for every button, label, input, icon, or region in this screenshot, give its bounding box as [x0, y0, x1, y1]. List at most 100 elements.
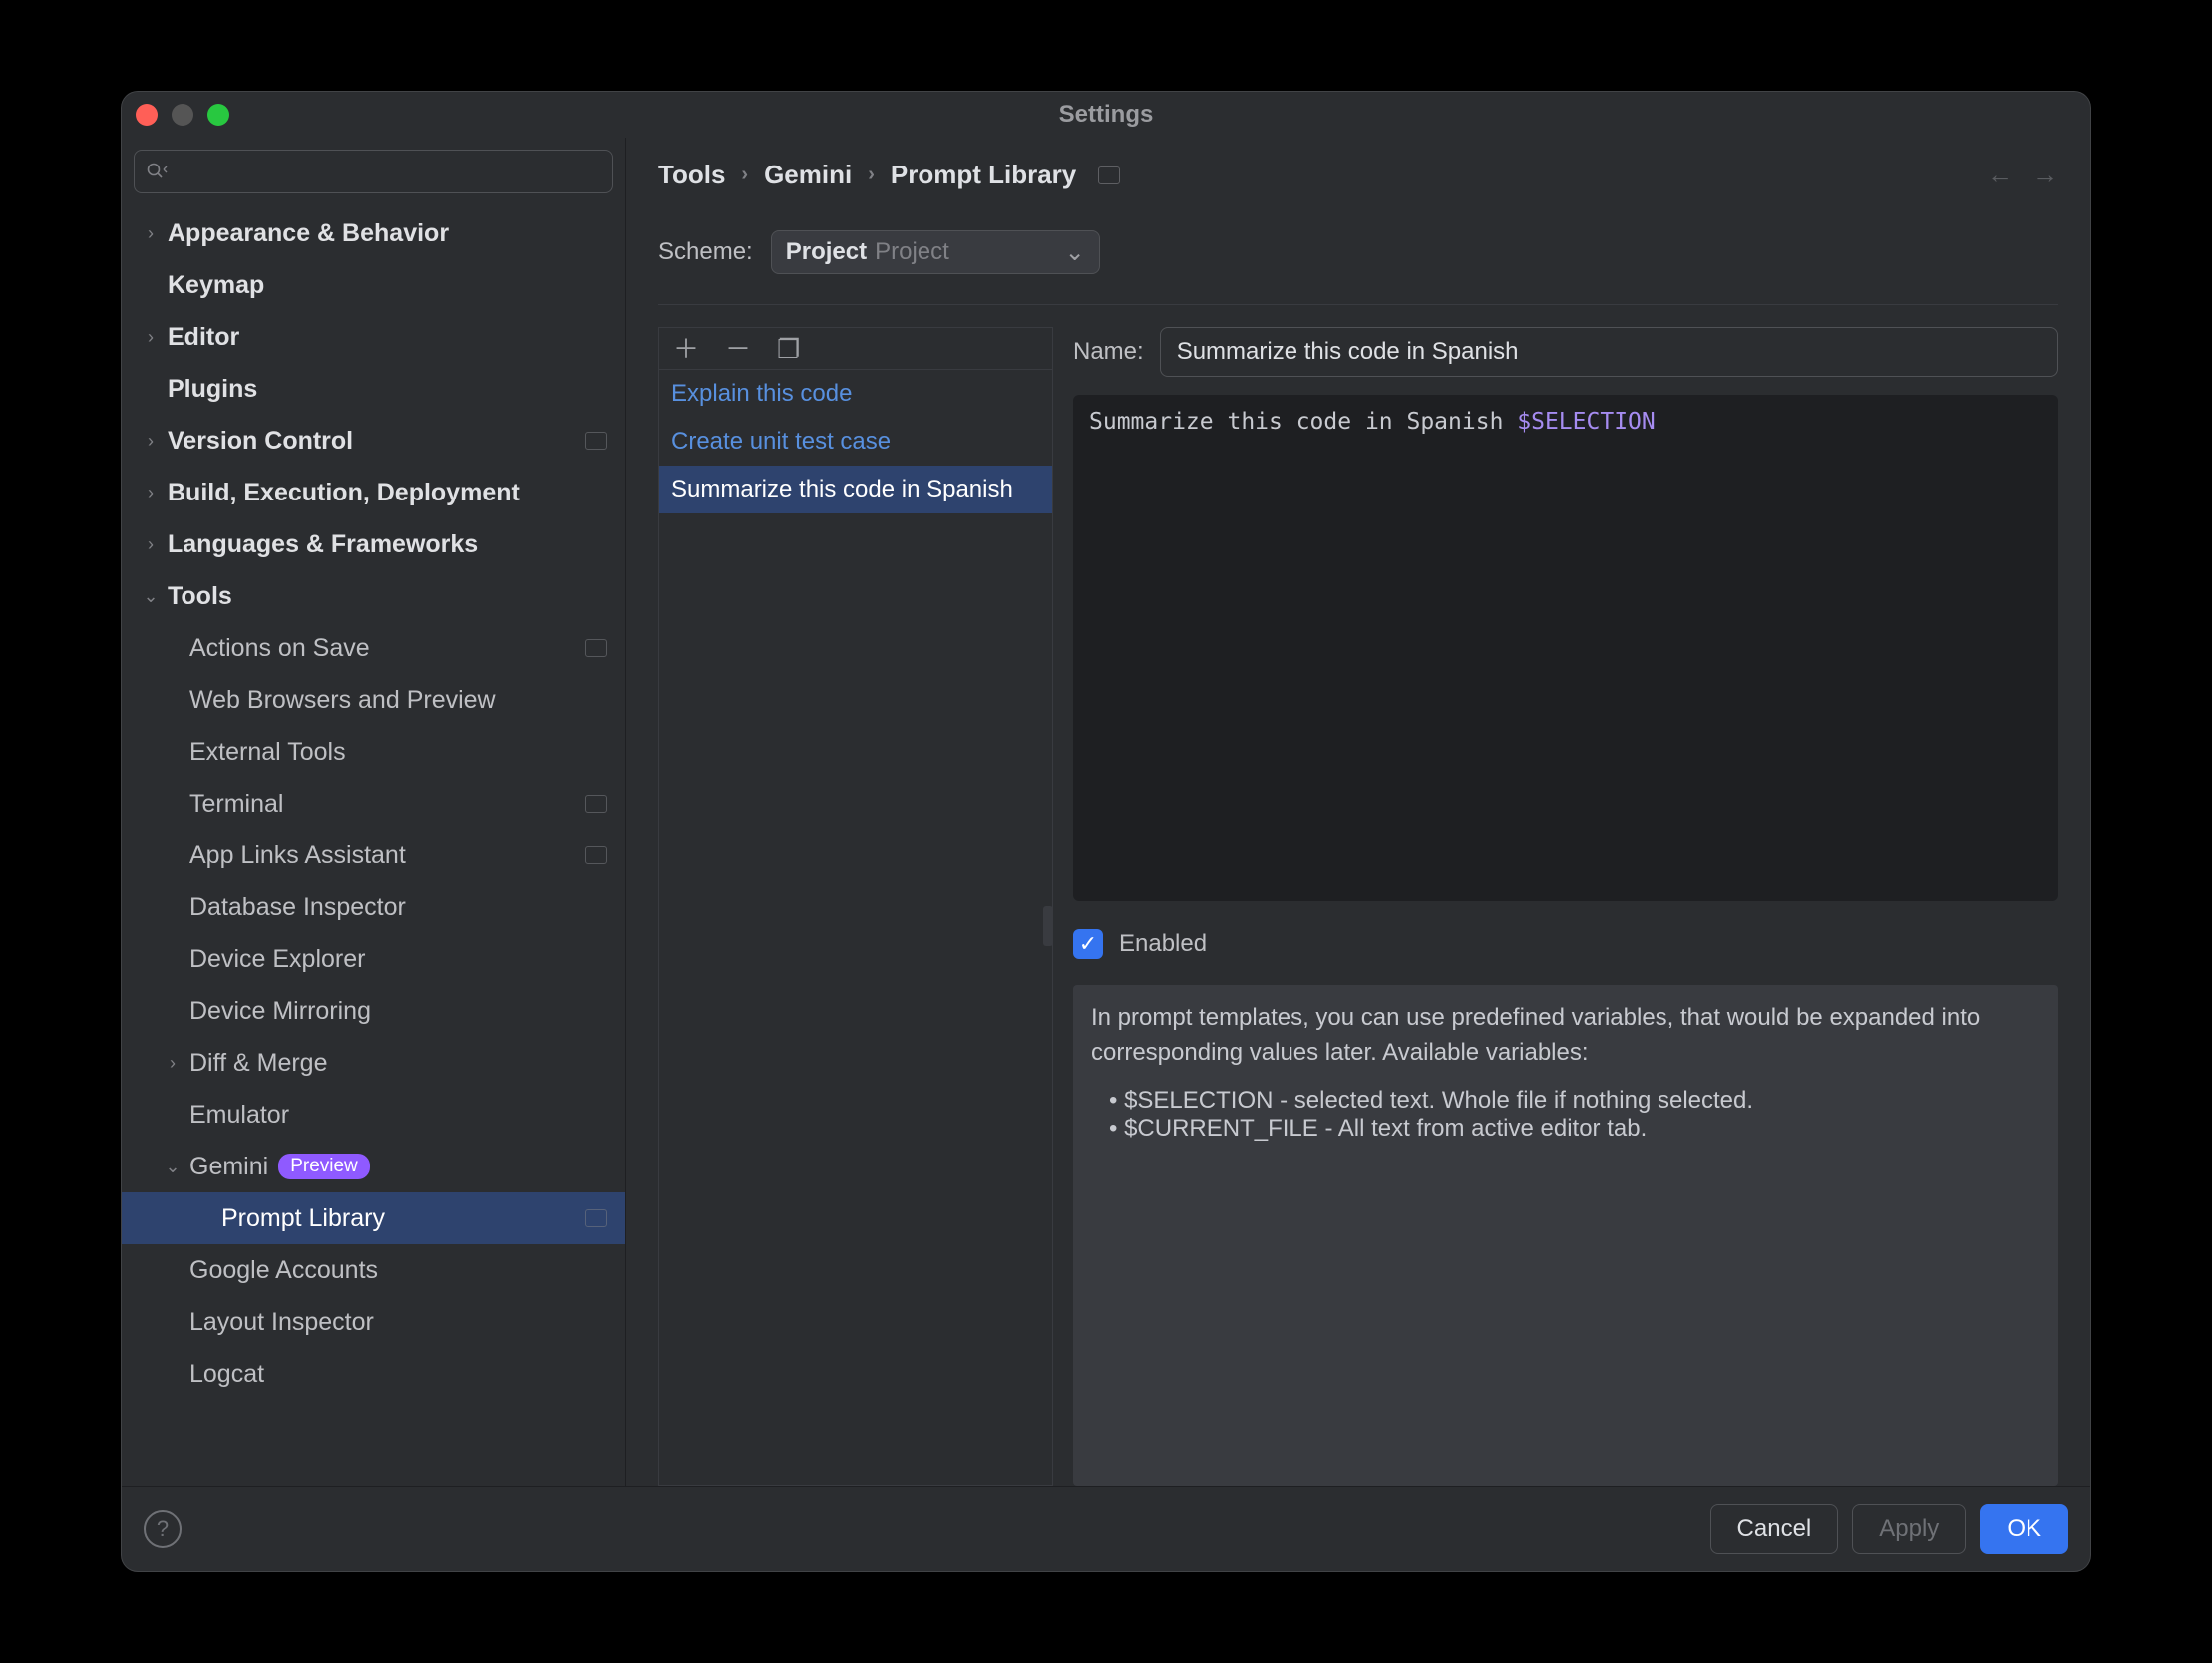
traffic-lights: [136, 104, 229, 126]
breadcrumb: Tools › Gemini › Prompt Library ← →: [658, 160, 2058, 190]
chevron-right-icon: ›: [162, 1053, 184, 1074]
help-intro: In prompt templates, you can use predefi…: [1091, 1001, 2040, 1071]
sidebar-item-appearance-behavior[interactable]: › Appearance & Behavior: [122, 207, 625, 259]
help-bullet: • $SELECTION - selected text. Whole file…: [1091, 1087, 2040, 1115]
prompt-toolbar: ＋ － ❐: [659, 328, 1052, 370]
sidebar-item-diff-merge[interactable]: ›Diff & Merge: [122, 1037, 625, 1089]
sidebar-item-actions-on-save[interactable]: Actions on Save: [122, 622, 625, 674]
sidebar-item-gemini[interactable]: ⌄GeminiPreview: [122, 1141, 625, 1192]
main-panel: Tools › Gemini › Prompt Library ← → Sche…: [626, 138, 2090, 1486]
minimize-icon[interactable]: [172, 104, 193, 126]
close-icon[interactable]: [136, 104, 158, 126]
prompt-item[interactable]: Create unit test case: [659, 418, 1052, 466]
sidebar-item-label: Logcat: [189, 1360, 264, 1389]
add-icon[interactable]: ＋: [673, 336, 699, 362]
help-icon[interactable]: ?: [144, 1510, 182, 1548]
chevron-down-icon: ⌄: [162, 1157, 184, 1177]
prompt-body-text: Summarize this code in Spanish: [1089, 409, 1517, 435]
sidebar-item-plugins[interactable]: Plugins: [122, 363, 625, 415]
scheme-secondary: Project: [875, 238, 949, 266]
sidebar-item-prompt-library[interactable]: Prompt Library: [122, 1192, 625, 1244]
sidebar-item-label: Database Inspector: [189, 893, 406, 922]
cancel-button[interactable]: Cancel: [1710, 1504, 1839, 1554]
sidebar-item-label: Editor: [168, 323, 239, 352]
sidebar-item-label: Keymap: [168, 271, 264, 300]
sidebar-item-device-explorer[interactable]: Device Explorer: [122, 933, 625, 985]
sidebar-item-label: Prompt Library: [221, 1204, 385, 1233]
sidebar-item-label: Device Mirroring: [189, 997, 371, 1026]
name-input[interactable]: [1160, 327, 2058, 377]
scheme-label: Scheme:: [658, 238, 753, 266]
chevron-down-icon: ⌄: [1065, 238, 1085, 267]
sidebar-item-label: Appearance & Behavior: [168, 219, 449, 248]
ok-button[interactable]: OK: [1980, 1504, 2068, 1554]
remove-icon[interactable]: －: [725, 336, 751, 362]
sidebar-item-emulator[interactable]: Emulator: [122, 1089, 625, 1141]
scheme-dropdown[interactable]: Project Project ⌄: [771, 230, 1100, 274]
sidebar-item-logcat[interactable]: Logcat: [122, 1348, 625, 1400]
sidebar-item-editor[interactable]: › Editor: [122, 311, 625, 363]
sidebar-item-terminal[interactable]: Terminal: [122, 778, 625, 830]
sidebar-item-label: Languages & Frameworks: [168, 530, 478, 559]
prompt-body-editor[interactable]: Summarize this code in Spanish $SELECTIO…: [1073, 395, 2058, 901]
sidebar-item-tools[interactable]: ⌄ Tools: [122, 570, 625, 622]
maximize-icon[interactable]: [207, 104, 229, 126]
sidebar-item-label: Build, Execution, Deployment: [168, 479, 520, 507]
titlebar: Settings: [122, 92, 2090, 138]
sidebar-item-layout-inspector[interactable]: Layout Inspector: [122, 1296, 625, 1348]
help-bullet: • $CURRENT_FILE - All text from active e…: [1091, 1115, 2040, 1143]
help-panel: In prompt templates, you can use predefi…: [1073, 985, 2058, 1486]
preview-badge: Preview: [278, 1154, 370, 1179]
chevron-right-icon: ›: [140, 483, 162, 503]
footer: ? Cancel Apply OK: [122, 1486, 2090, 1571]
search-icon: [147, 163, 171, 180]
prompt-item[interactable]: Explain this code: [659, 370, 1052, 418]
window-title: Settings: [1059, 101, 1154, 129]
sidebar-item-version-control[interactable]: ›Version Control: [122, 415, 625, 467]
sidebar-item-google-accounts[interactable]: Google Accounts: [122, 1244, 625, 1296]
prompt-item[interactable]: Summarize this code in Spanish: [659, 466, 1052, 513]
sidebar-item-keymap[interactable]: Keymap: [122, 259, 625, 311]
copy-icon[interactable]: ❐: [777, 336, 800, 362]
sidebar-item-label: Tools: [168, 582, 232, 611]
project-scope-icon: [585, 1209, 607, 1227]
chevron-right-icon: ›: [140, 431, 162, 452]
resize-grip[interactable]: [1043, 906, 1053, 946]
breadcrumb-item[interactable]: Tools: [658, 160, 725, 190]
scheme-row: Scheme: Project Project ⌄: [658, 230, 2058, 305]
prompt-detail-panel: Name: Summarize this code in Spanish $SE…: [1073, 327, 2058, 1486]
chevron-right-icon: ›: [140, 534, 162, 555]
sidebar-item-label: External Tools: [189, 738, 346, 767]
sidebar-item-build-execution-deployment[interactable]: › Build, Execution, Deployment: [122, 467, 625, 518]
chevron-down-icon: ⌄: [140, 586, 162, 607]
settings-window: Settings › Appearance & Behavior Keymap › Ed…: [122, 92, 2090, 1571]
sidebar-item-label: Actions on Save: [189, 634, 370, 663]
sidebar-item-label: Diff & Merge: [189, 1049, 327, 1078]
sidebar-item-web-browsers-and-preview[interactable]: Web Browsers and Preview: [122, 674, 625, 726]
sidebar-item-label: Emulator: [189, 1101, 289, 1130]
project-scope-icon: [585, 432, 607, 450]
sidebar-item-device-mirroring[interactable]: Device Mirroring: [122, 985, 625, 1037]
prompt-list: Explain this codeCreate unit test caseSu…: [659, 370, 1052, 1485]
scheme-primary: Project: [786, 238, 867, 266]
settings-tree: › Appearance & Behavior Keymap › Editor Plugi…: [122, 207, 625, 1486]
sidebar-item-label: Device Explorer: [189, 945, 365, 974]
sidebar-item-languages-frameworks[interactable]: › Languages & Frameworks: [122, 518, 625, 570]
name-label: Name:: [1073, 338, 1144, 366]
sidebar-item-external-tools[interactable]: External Tools: [122, 726, 625, 778]
prompt-body-variable: $SELECTION: [1517, 409, 1655, 435]
body: › Appearance & Behavior Keymap › Editor Plugi…: [122, 138, 2090, 1486]
breadcrumb-item[interactable]: Prompt Library: [891, 160, 1076, 190]
nav-back-icon[interactable]: ←: [1987, 160, 2013, 190]
enabled-checkbox[interactable]: ✓: [1073, 929, 1103, 959]
chevron-right-icon: ›: [140, 223, 162, 244]
breadcrumb-item[interactable]: Gemini: [764, 160, 852, 190]
chevron-right-icon: ›: [868, 164, 875, 186]
chevron-right-icon: ›: [140, 327, 162, 348]
nav-forward-icon[interactable]: →: [2032, 160, 2058, 190]
sidebar-item-label: App Links Assistant: [189, 841, 406, 870]
sidebar-item-app-links-assistant[interactable]: App Links Assistant: [122, 830, 625, 881]
sidebar-item-label: Web Browsers and Preview: [189, 686, 496, 715]
search-input[interactable]: [134, 150, 613, 193]
sidebar-item-database-inspector[interactable]: Database Inspector: [122, 881, 625, 933]
